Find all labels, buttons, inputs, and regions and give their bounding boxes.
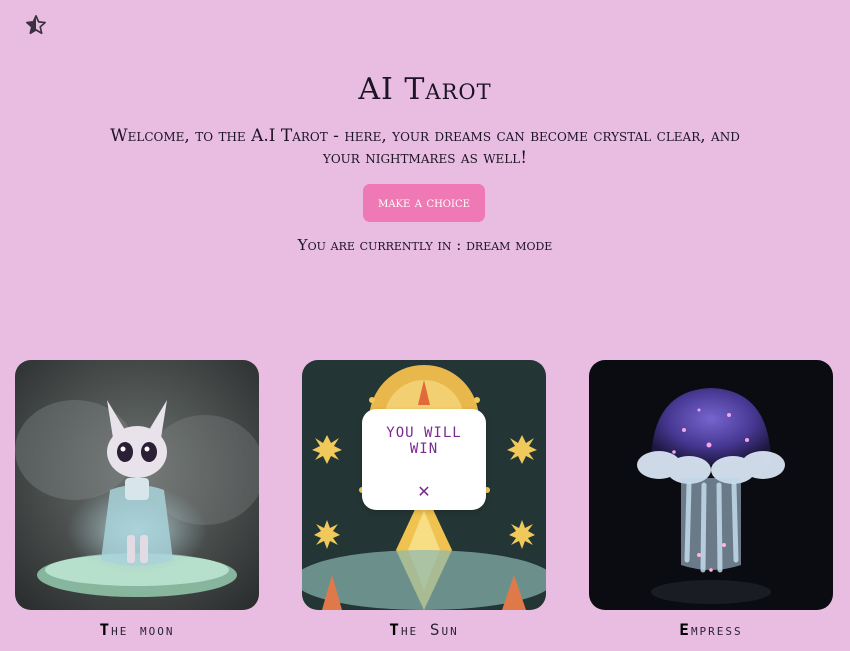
card-label-the-sun: The Sun [389, 620, 459, 639]
page-title: AI Tarot [358, 72, 492, 107]
mode-status: You are currently in : dream mode [297, 236, 553, 254]
card-label-empress: Empress [679, 620, 743, 639]
card-label-the-moon: The moon [99, 620, 175, 639]
welcome-text: Welcome, to the A.I Tarot - here, your d… [110, 126, 740, 168]
half-star-icon[interactable] [24, 13, 48, 37]
popup-message: You will win [386, 425, 462, 457]
jellyfish-image [589, 360, 833, 610]
close-icon[interactable]: ✕ [414, 481, 434, 501]
ghost-creature-image [15, 360, 259, 610]
result-popup: You will win ✕ [362, 409, 486, 510]
card-the-moon[interactable] [15, 360, 259, 610]
make-choice-button[interactable]: make a choice [363, 184, 485, 222]
card-empress[interactable] [589, 360, 833, 610]
